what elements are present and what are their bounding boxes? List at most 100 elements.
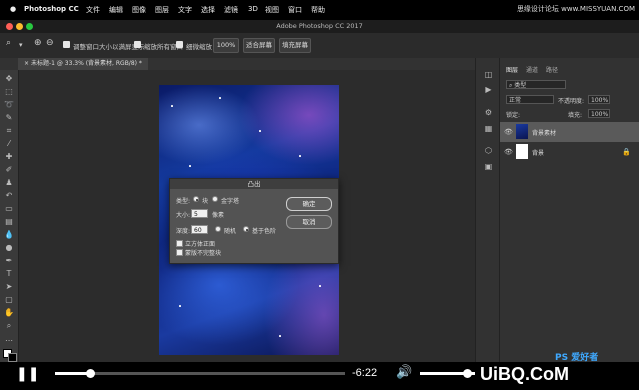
tab-channels[interactable]: 通道	[526, 65, 538, 74]
lock-icon: 🔒	[622, 148, 631, 156]
layer-row[interactable]: 👁 背景素材	[500, 122, 639, 142]
clone-stamp-tool-icon[interactable]: ♟	[4, 178, 14, 188]
progress-track[interactable]	[55, 372, 345, 375]
depth-level-radio[interactable]	[243, 226, 249, 232]
actions-panel-icon[interactable]: ▶	[484, 85, 493, 94]
star	[171, 105, 173, 107]
blend-mode-select[interactable]: 正常	[506, 95, 554, 104]
menu-image[interactable]: 图像	[132, 5, 146, 15]
menu-edit[interactable]: 编辑	[109, 5, 123, 15]
menu-type[interactable]: 文字	[178, 5, 192, 15]
menu-3d[interactable]: 3D	[248, 5, 258, 13]
healing-brush-tool-icon[interactable]: ✚	[4, 152, 14, 162]
window-titlebar: Adobe Photoshop CC 2017	[0, 20, 639, 33]
type-block-radio[interactable]	[193, 196, 199, 202]
fill-screen-button[interactable]: 填充屏幕	[279, 38, 311, 53]
blur-tool-icon[interactable]: 💧	[4, 230, 14, 240]
star	[319, 285, 321, 287]
3d-panel-icon[interactable]: ⬡	[484, 146, 493, 155]
solid-front-faces-checkbox[interactable]	[176, 240, 183, 247]
tool-preset-chevron-icon[interactable]: ▾	[19, 41, 23, 49]
swatches-panel-icon[interactable]: ▦	[484, 124, 493, 133]
depth-random-radio[interactable]	[215, 226, 221, 232]
dialog-title: 凸出	[170, 179, 338, 189]
layer-name: 背景	[532, 150, 545, 157]
zoom-all-checkbox[interactable]	[134, 41, 141, 48]
path-selection-tool-icon[interactable]: ➤	[4, 282, 14, 292]
gradient-tool-icon[interactable]: ▤	[4, 217, 14, 227]
menu-photoshop[interactable]: Photoshop CC	[24, 5, 79, 13]
layer-filter-select[interactable]: ⌕ 类型	[506, 80, 566, 89]
menu-window[interactable]: 窗口	[288, 5, 302, 15]
fill-input[interactable]: 100%	[588, 109, 610, 118]
move-tool-icon[interactable]: ✥	[4, 74, 14, 84]
size-input[interactable]: 5	[191, 209, 208, 218]
volume-icon[interactable]: 🔊	[396, 365, 412, 380]
properties-panel-icon[interactable]: ⚙	[484, 108, 493, 117]
opacity-input[interactable]: 100%	[588, 95, 610, 104]
mask-incomplete-checkbox[interactable]	[176, 249, 183, 256]
progress-fill	[55, 372, 90, 375]
depth-level-label: 基于色阶	[252, 228, 277, 235]
cancel-button[interactable]: 取消	[286, 215, 332, 229]
visibility-eye-icon[interactable]: 👁	[504, 128, 513, 136]
resize-window-checkbox[interactable]	[63, 41, 70, 48]
depth-input[interactable]: 60	[191, 225, 208, 234]
pen-tool-icon[interactable]: ✒	[4, 256, 14, 266]
document-tab[interactable]: × 未标题-1 @ 33.3% (背景素材, RGB/8) *	[18, 58, 148, 70]
fit-screen-button[interactable]: 适合屏幕	[243, 38, 275, 53]
marquee-tool-icon[interactable]: ⬚	[4, 87, 14, 97]
eyedropper-tool-icon[interactable]: ⁄	[4, 139, 14, 149]
site-watermark: 思缘设计论坛 www.MISSYUAN.COM	[516, 5, 635, 13]
tools-panel: ✥ ⬚ ➰ ✎ ⌗ ⁄ ✚ ✐ ♟ ↶ ▭ ▤ 💧 ● ✒ T ➤ ▢ ✋ ⌕ …	[0, 70, 19, 362]
visibility-eye-icon[interactable]: 👁	[504, 148, 513, 156]
document-tab-title: 未标题-1 @ 33.3% (背景素材, RGB/8) *	[30, 60, 142, 67]
lasso-tool-icon[interactable]: ➰	[4, 100, 14, 110]
menu-layer[interactable]: 图层	[155, 5, 169, 15]
scrubby-zoom-label: 细微缩放	[186, 43, 212, 51]
star	[179, 305, 181, 307]
zoom-tool-icon[interactable]: ⌕	[6, 38, 11, 48]
progress-knob[interactable]	[85, 369, 95, 378]
menu-filter[interactable]: 滤镜	[224, 5, 238, 15]
options-bar: ⌕ ▾ ⊕ ⊖ 调整窗口大小以满屏显示 缩放所有窗口 细微缩放 100% 适合屏…	[0, 33, 639, 59]
fill-label: 填充:	[568, 112, 583, 119]
dodge-tool-icon[interactable]: ●	[4, 243, 14, 253]
brush-tool-icon[interactable]: ✐	[4, 165, 14, 175]
star	[189, 165, 191, 167]
zoom-tool-panel-icon[interactable]: ⌕	[4, 321, 14, 331]
more-tools-icon[interactable]: ⋯	[4, 336, 14, 346]
shape-tool-icon[interactable]: ▢	[4, 295, 14, 305]
type-tool-icon[interactable]: T	[4, 269, 14, 279]
window-title: Adobe Photoshop CC 2017	[276, 22, 363, 30]
crop-tool-icon[interactable]: ⌗	[4, 126, 14, 136]
ok-button[interactable]: 确定	[286, 197, 332, 211]
depth-random-label: 随机	[224, 228, 237, 235]
panel-icon-strip: ◫ ▶ ⚙ ▦ ⬡ ▣	[475, 58, 500, 362]
menu-help[interactable]: 帮助	[311, 5, 325, 15]
layer-filter-kind: 类型	[514, 82, 527, 89]
layer-row[interactable]: 👁 背景 🔒	[500, 142, 639, 162]
libraries-panel-icon[interactable]: ▣	[484, 162, 493, 171]
scrubby-zoom-checkbox[interactable]	[176, 41, 183, 48]
volume-knob[interactable]	[462, 369, 472, 378]
menu-select[interactable]: 选择	[201, 5, 215, 15]
opacity-label: 不透明度:	[558, 98, 585, 105]
zoom-in-icon[interactable]: ⊕	[34, 38, 42, 48]
history-brush-tool-icon[interactable]: ↶	[4, 191, 14, 201]
apple-menu-icon[interactable]: ●	[10, 5, 16, 13]
menu-view[interactable]: 视图	[265, 5, 279, 15]
background-color-swatch[interactable]	[8, 353, 17, 362]
tab-paths[interactable]: 路径	[546, 65, 558, 74]
zoom-out-icon[interactable]: ⊖	[46, 38, 54, 48]
zoom-100-button[interactable]: 100%	[213, 38, 239, 53]
type-pyramid-radio[interactable]	[212, 196, 218, 202]
quick-select-tool-icon[interactable]: ✎	[4, 113, 14, 123]
pause-icon[interactable]: ❚❚	[16, 366, 39, 382]
menu-file[interactable]: 文件	[86, 5, 100, 15]
tab-close-icon[interactable]: ×	[24, 60, 29, 67]
hand-tool-icon[interactable]: ✋	[4, 308, 14, 318]
history-panel-icon[interactable]: ◫	[484, 70, 493, 79]
eraser-tool-icon[interactable]: ▭	[4, 204, 14, 214]
tab-layers[interactable]: 图层	[506, 65, 518, 74]
